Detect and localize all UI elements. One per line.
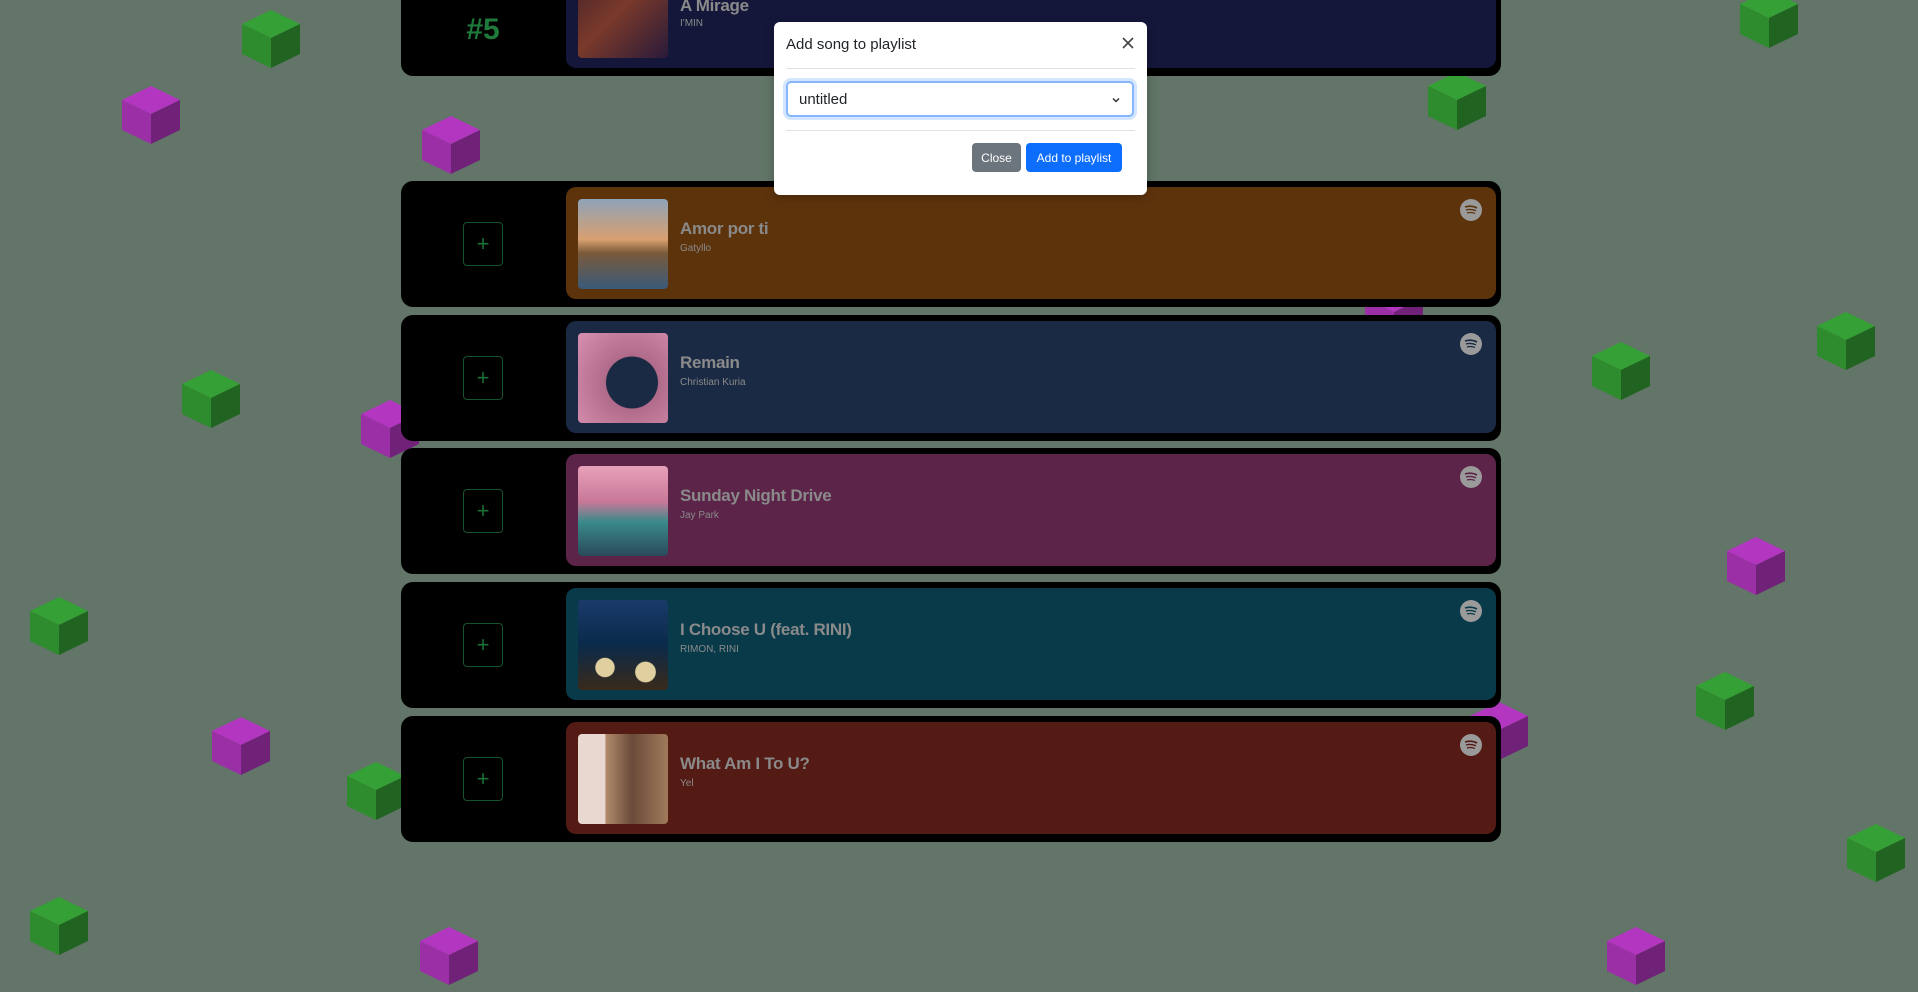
add-to-playlist-confirm-button[interactable]: Add to playlist [1026,143,1122,172]
chevron-down-icon [1110,93,1122,105]
spotify-icon[interactable] [1460,199,1482,221]
album-cover [578,600,668,690]
song-artist: Jay Park [680,510,719,521]
decorative-cube [1694,670,1756,732]
song-row: + What Am I To U? Yel [401,716,1501,842]
spotify-icon[interactable] [1460,600,1482,622]
decorative-cube [240,8,302,70]
song-row: + Amor por ti Gatyllo [401,181,1501,307]
decorative-cube [1605,925,1667,987]
song-row: + I Choose U (feat. RINI) RIMON, RINI [401,582,1501,708]
close-icon[interactable] [1119,34,1137,52]
add-to-playlist-button[interactable]: + [463,757,503,801]
rank-column: + [401,448,565,574]
song-card[interactable]: What Am I To U? Yel [566,722,1496,834]
add-to-playlist-button[interactable]: + [463,623,503,667]
album-cover [578,466,668,556]
add-to-playlist-button[interactable]: + [463,222,503,266]
spotify-icon[interactable] [1460,466,1482,488]
album-cover [578,0,668,58]
song-card[interactable]: Sunday Night Drive Jay Park [566,454,1496,566]
song-artist: I'MIN [680,18,704,29]
song-card[interactable]: I Choose U (feat. RINI) RIMON, RINI [566,588,1496,700]
playlist-select-value: untitled [799,91,848,108]
song-title: Amor por ti [680,219,769,238]
modal-divider [786,130,1135,131]
decorative-cube [1845,822,1907,884]
decorative-cube [1725,535,1787,597]
song-title: Remain [680,353,740,372]
spotify-icon[interactable] [1460,333,1482,355]
song-card[interactable]: Amor por ti Gatyllo [566,187,1496,299]
decorative-cube [120,84,182,146]
decorative-cube [210,715,272,777]
album-cover [578,333,668,423]
album-cover [578,199,668,289]
decorative-cube [345,760,407,822]
modal-divider [786,68,1135,69]
decorative-cube [1738,0,1800,50]
song-title: What Am I To U? [680,754,810,773]
playlist-select[interactable]: untitled [786,81,1134,117]
rank-column: + [401,582,565,708]
decorative-cube [1590,340,1652,402]
decorative-cube [418,925,480,987]
rank-column: + [401,181,565,307]
modal-title: Add song to playlist [786,36,917,53]
decorative-cube [180,368,242,430]
song-title: Sunday Night Drive [680,486,832,505]
add-to-playlist-button[interactable]: + [463,489,503,533]
rank-column: #5 [401,0,565,76]
song-row: + Sunday Night Drive Jay Park [401,448,1501,574]
decorative-cube [420,114,482,176]
close-button[interactable]: Close [972,143,1021,172]
rank-column: + [401,716,565,842]
song-card[interactable]: Remain Christian Kuria [566,321,1496,433]
rank-column: + [401,315,565,441]
spotify-icon[interactable] [1460,734,1482,756]
decorative-cube [28,595,90,657]
rank-number: #5 [466,13,500,46]
song-artist: RIMON, RINI [680,644,739,655]
song-title: A Mirage [680,0,749,15]
add-to-playlist-button[interactable]: + [463,356,503,400]
decorative-cube [28,895,90,957]
decorative-cube [1815,310,1877,372]
album-cover [578,734,668,824]
song-artist: Yel [680,778,694,789]
song-title: I Choose U (feat. RINI) [680,620,852,639]
decorative-cube [1426,70,1488,132]
song-row: + Remain Christian Kuria [401,315,1501,441]
song-artist: Christian Kuria [680,377,746,388]
song-artist: Gatyllo [680,243,712,254]
add-song-modal: Add song to playlist untitled Close Add … [774,22,1147,195]
